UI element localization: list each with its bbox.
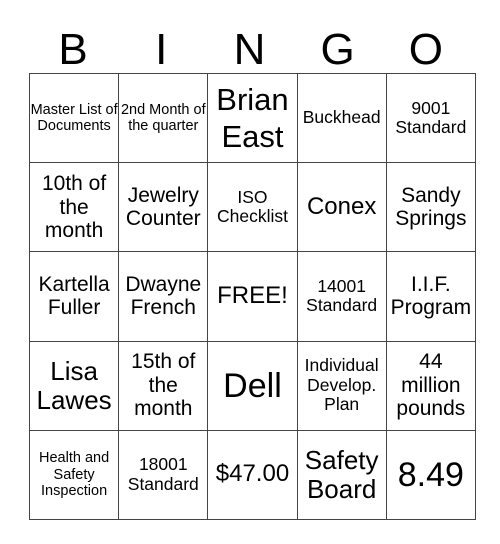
bingo-cell[interactable]: Master List of Documents: [28, 72, 120, 164]
bingo-cell[interactable]: 10th of the month: [28, 162, 120, 253]
bingo-cell[interactable]: Sandy Springs: [385, 162, 476, 253]
bingo-header: B I N G O: [29, 26, 470, 73]
bingo-cell[interactable]: 2nd Month of the quarter: [118, 72, 209, 164]
header-letter-o: O: [408, 25, 443, 74]
header-letter-i: I: [155, 25, 168, 74]
bingo-cell[interactable]: 15th of the month: [118, 340, 209, 431]
bingo-cell[interactable]: Individual Develop. Plan: [296, 340, 387, 431]
header-letter-b: B: [58, 25, 88, 74]
bingo-cell[interactable]: 44 million pounds: [385, 340, 476, 431]
bingo-cell[interactable]: Buckhead: [296, 72, 387, 164]
bingo-cell[interactable]: Lisa Lawes: [28, 340, 120, 431]
card-row: 10th of the month Jewelry Counter ISO Ch…: [28, 162, 476, 253]
bingo-cell[interactable]: Health and Safety Inspection: [28, 429, 120, 520]
card-row: Health and Safety Inspection 18001 Stand…: [28, 429, 476, 520]
bingo-card: Master List of Documents 2nd Month of th…: [28, 72, 476, 520]
bingo-cell[interactable]: Dwayne French: [118, 251, 209, 342]
card-row: Lisa Lawes 15th of the month Dell Indivi…: [28, 340, 476, 431]
bingo-cell[interactable]: ISO Checklist: [207, 162, 298, 253]
bingo-cell[interactable]: Kartella Fuller: [28, 251, 120, 342]
bingo-cell[interactable]: Jewelry Counter: [118, 162, 209, 253]
card-row: Master List of Documents 2nd Month of th…: [28, 72, 476, 164]
bingo-cell[interactable]: Brian East: [207, 72, 298, 164]
card-row: Kartella Fuller Dwayne French FREE! 1400…: [28, 251, 476, 342]
header-letter-g: G: [320, 25, 355, 74]
bingo-cell[interactable]: 8.49: [385, 429, 476, 520]
bingo-cell[interactable]: 14001 Standard: [296, 251, 387, 342]
bingo-cell[interactable]: Safety Board: [296, 429, 387, 520]
bingo-cell[interactable]: I.I.F. Program: [385, 251, 476, 342]
free-space-cell[interactable]: FREE!: [207, 251, 298, 342]
bingo-cell[interactable]: Dell: [207, 340, 298, 431]
bingo-cell[interactable]: $47.00: [207, 429, 298, 520]
bingo-cell[interactable]: Conex: [296, 162, 387, 253]
bingo-cell[interactable]: 9001 Standard: [385, 72, 476, 164]
header-letter-n: N: [233, 25, 266, 74]
bingo-cell[interactable]: 18001 Standard: [118, 429, 209, 520]
